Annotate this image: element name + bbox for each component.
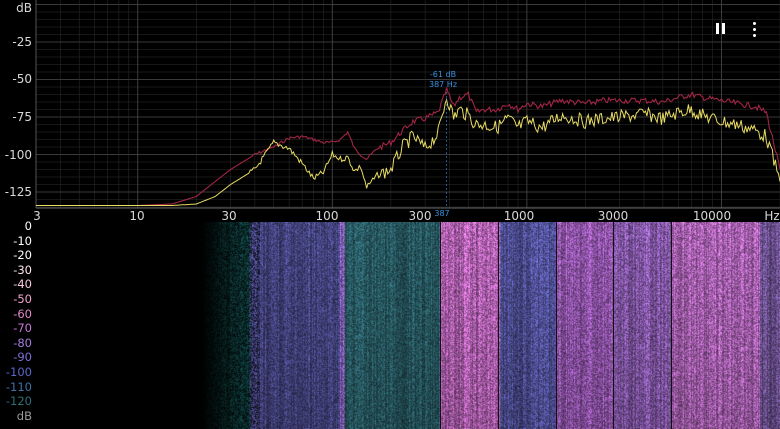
x-tick-label: 30 <box>221 209 237 223</box>
x-tick-label: 100 <box>315 209 339 223</box>
db-scale-label: -80 <box>13 335 32 350</box>
y-tick-label: -100 <box>4 148 32 162</box>
spectrogram-marker-line <box>498 222 499 429</box>
y-axis-unit: dB <box>16 1 32 15</box>
peak-hz-label: 387 Hz <box>428 80 458 89</box>
db-scale-label: -70 <box>13 321 32 336</box>
spectrum-chart[interactable] <box>0 0 780 222</box>
db-scale-label: -100 <box>5 365 32 379</box>
db-scale-label: 0 <box>24 219 32 233</box>
db-scale-label: -110 <box>5 379 32 394</box>
db-scale-label: -90 <box>13 350 32 365</box>
x-tick-label: 10000 <box>692 209 732 223</box>
x-tick-label: 3 <box>33 209 41 223</box>
db-scale-label: -40 <box>13 277 32 292</box>
spectrum-panel[interactable]: dB -25 -50 -75 -100 -125 3 10 30 100 300… <box>0 0 780 222</box>
db-scale-label: -120 <box>5 394 32 409</box>
db-scale-unit: dB <box>16 408 32 423</box>
spectrogram-canvas[interactable] <box>0 222 780 429</box>
y-tick-label: -125 <box>4 185 32 199</box>
spectrogram-marker-line <box>671 222 672 429</box>
db-scale-label: -60 <box>13 306 32 321</box>
peak-db-label: -61 dB <box>429 70 457 79</box>
spectrogram-marker-line <box>613 222 614 429</box>
db-scale-label: -10 <box>13 233 32 248</box>
app-window: dB -25 -50 -75 -100 -125 3 10 30 100 300… <box>0 0 780 429</box>
x-axis-unit: Hz <box>764 209 780 223</box>
spectrogram-marker-line <box>556 222 557 429</box>
y-tick-label: -25 <box>12 35 32 49</box>
live-spectrum-trace <box>36 98 780 206</box>
peak-axis-label: 387 <box>434 209 450 218</box>
spectrogram-marker-line <box>440 222 441 429</box>
y-tick-label: -50 <box>12 72 32 86</box>
peak-readout: -61 dB 387 Hz <box>429 70 457 90</box>
x-tick-label: 10 <box>129 209 145 223</box>
x-tick-label: 3000 <box>597 209 629 223</box>
db-scale-label: -50 <box>13 292 32 306</box>
y-tick-label: -75 <box>12 110 32 124</box>
x-tick-label: 1000 <box>503 209 535 223</box>
pause-button[interactable] <box>712 18 730 40</box>
spectrogram-panel[interactable]: 0 -10 -20 -30 -40 -50 -60 -70 -80 -90 -100 -110 -120… <box>0 219 780 429</box>
db-scale-label: -20 <box>13 248 32 263</box>
x-tick-label: 300 <box>408 209 432 223</box>
db-scale-label: -30 <box>13 262 32 277</box>
more-options-button[interactable] <box>747 18 763 40</box>
